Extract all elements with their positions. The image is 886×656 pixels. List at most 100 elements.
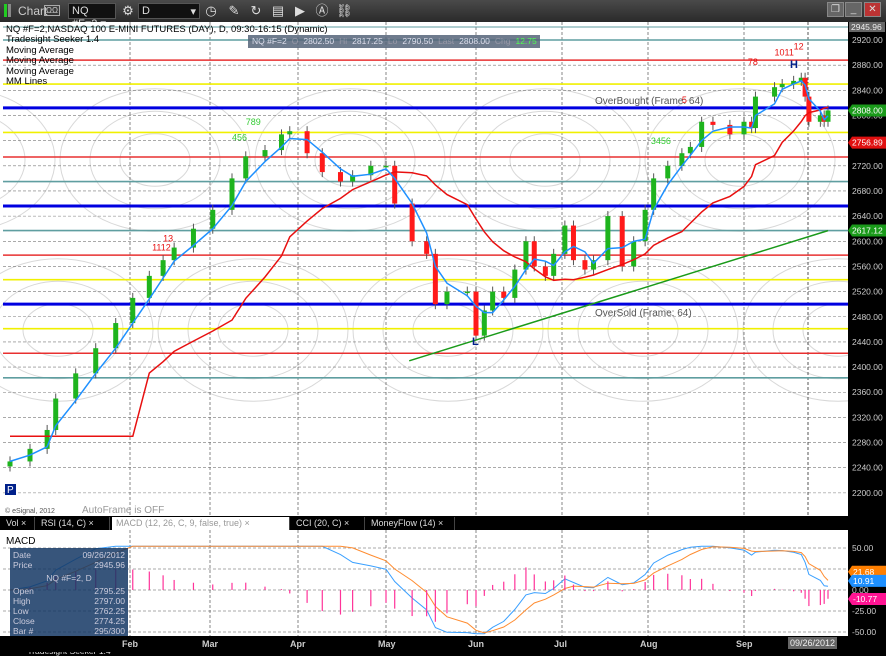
price-tick: 2680.00 [852, 186, 883, 196]
seeker-count: 1112 [152, 243, 171, 253]
chart-icon [4, 4, 11, 17]
seeker-count: 78 [748, 57, 758, 67]
price-tag-label: 2808.00 [852, 105, 883, 115]
price-tick: 2440.00 [852, 337, 883, 347]
restore-button[interactable]: ❐ [827, 2, 844, 17]
price-tag-label: 2617.12 [852, 226, 883, 236]
pencil-icon[interactable]: ✎ [226, 3, 242, 19]
price-chart[interactable]: 1311124567897810111253456OverBought (Fra… [0, 22, 886, 516]
data-cell: 2795.25 [94, 586, 125, 596]
oversold-label: OverSold (Frame: 64) [595, 308, 692, 319]
tab-vol[interactable]: Vol × [2, 517, 35, 530]
data-cell: Bar # [13, 626, 34, 636]
title-bar: Chart ΩΩ NQ #F=2 ▾ ⚙ D▾ ◷ ✎ ↻ ▤ ▶ Ⓐ ⛓ ❐ … [0, 0, 886, 30]
low-marker: L [472, 336, 479, 348]
data-row: High 2797.00 [13, 596, 125, 606]
tab-cci[interactable]: CCI (20, C) × [292, 517, 365, 530]
tab-label: MACD (12, 26, C, 9, false, true) [116, 518, 243, 528]
tab-label: CCI (20, C) [296, 518, 342, 528]
candle-body [464, 291, 470, 294]
data-cell: High [13, 596, 31, 606]
plot-background [0, 22, 848, 516]
minimize-button[interactable]: _ [845, 2, 862, 17]
close-tab-icon[interactable]: × [436, 518, 443, 528]
candle-body [710, 121, 716, 125]
tab-label: RSI (14, C) [41, 518, 87, 528]
top-price-label: 2945.96 [851, 22, 882, 32]
cursor-date-label: 09/26/2012 [788, 637, 838, 649]
price-tick: 2280.00 [852, 438, 883, 448]
alert-icon[interactable]: Ⓐ [314, 3, 330, 19]
close-button[interactable]: ✕ [864, 2, 881, 17]
candle-body [490, 291, 496, 311]
study-tabs: Vol × RSI (14, C) × MACD (12, 26, C, 9, fa… [0, 516, 886, 530]
data-cell: 2774.25 [94, 616, 125, 626]
play-icon[interactable]: ▶ [292, 3, 308, 19]
data-cell: 295/300 [94, 626, 125, 636]
seeker-count: 456 [232, 133, 247, 143]
month-label: Mar [202, 639, 219, 649]
close-tab-icon[interactable]: × [342, 518, 349, 528]
candle-body [243, 156, 249, 179]
candle-body [582, 260, 588, 270]
tab-moneyflow[interactable]: MoneyFlow (14) × [367, 517, 455, 530]
candle-body [481, 310, 487, 336]
data-cell: 2797.00 [94, 596, 125, 606]
data-row: Close 2774.25 [13, 616, 125, 626]
macd-tag-label: 10.91 [853, 576, 875, 586]
candle [531, 236, 537, 272]
candle-body [570, 225, 576, 261]
symbol-input[interactable]: NQ #F=2 ▾ [68, 3, 116, 30]
tab-label: Vol [6, 518, 19, 528]
candle [392, 160, 398, 209]
legend-study: Tradesight Seeker 1.4 [6, 34, 100, 45]
close-tab-icon[interactable]: × [86, 518, 94, 528]
link-chain-icon[interactable]: ⛓ [336, 3, 353, 19]
copyright: © eSignal, 2012 [5, 507, 55, 515]
data-cell: 2762.25 [94, 606, 125, 616]
macd-tick: 50.00 [852, 543, 874, 553]
close-tab-icon[interactable]: × [242, 518, 250, 528]
macd-title: MACD [6, 536, 35, 547]
price-tick: 2920.00 [852, 35, 883, 45]
candle-body [523, 241, 529, 270]
tab-macd[interactable]: MACD (12, 26, C, 9, false, true) × [112, 517, 290, 530]
legend-study: Moving Average [6, 55, 74, 66]
candle-body [262, 150, 268, 157]
candle [699, 116, 705, 152]
price-tick: 2840.00 [852, 85, 883, 95]
macd-tick: -25.00 [852, 606, 876, 616]
month-label: Jul [554, 639, 568, 649]
clock-icon[interactable]: ◷ [203, 3, 219, 19]
tab-label: MoneyFlow (14) [371, 518, 436, 528]
quote-box: NQ #F=2 O 2802.50 Hi 2817.25 Lo 2790.50 Last 280… [248, 35, 540, 48]
data-row: Open 2795.25 [13, 586, 125, 596]
link-icon[interactable]: ΩΩ [44, 5, 60, 16]
price-tick: 2600.00 [852, 236, 883, 246]
candle-body [337, 172, 343, 182]
close-tab-icon[interactable]: × [19, 518, 26, 528]
candle-body [779, 84, 785, 88]
data-icon[interactable]: ▤ [270, 3, 286, 19]
month-label: Apr [290, 639, 306, 649]
time-axis[interactable]: Feb Mar Apr May Jun Jul Aug Sep 09/26/2012 [0, 636, 886, 652]
candle-body [287, 131, 293, 135]
price-tick: 2640.00 [852, 211, 883, 221]
candle-body [160, 260, 166, 276]
price-tick: 2200.00 [852, 488, 883, 498]
candle-body [93, 348, 99, 374]
gear-icon[interactable]: ⚙ [120, 3, 136, 19]
tab-rsi[interactable]: RSI (14, C) × [37, 517, 110, 530]
candle-body [424, 241, 430, 254]
macd-tag-label: -10.77 [853, 594, 877, 604]
candle [605, 211, 611, 266]
candle-body [772, 87, 778, 97]
data-cell: Low [13, 606, 29, 616]
interval-select[interactable]: D ▾ [138, 3, 200, 19]
price-tick: 2520.00 [852, 287, 883, 297]
candle [570, 220, 576, 266]
candle-body [542, 266, 548, 276]
refresh-icon[interactable]: ↻ [248, 3, 264, 19]
macd-panel[interactable]: 50.0025.000.00-25.00-50.00MACD21.6810.91… [0, 530, 886, 636]
seeker-count: 1011 [775, 48, 794, 58]
